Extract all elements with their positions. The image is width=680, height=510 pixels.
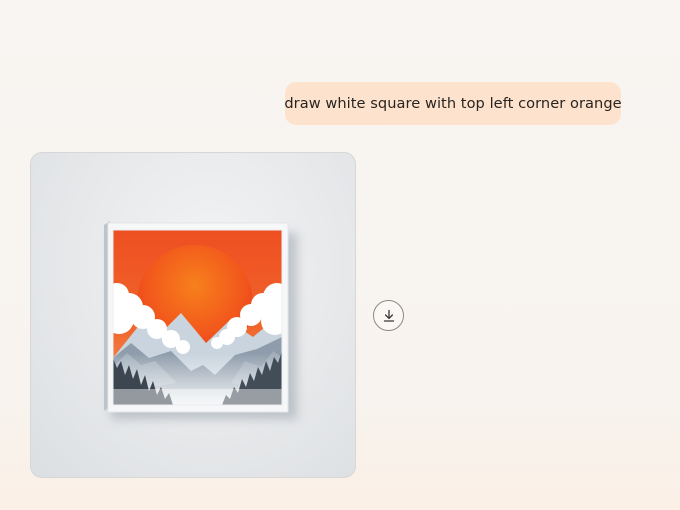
download-button[interactable]	[373, 300, 404, 331]
chat-area: draw white square with top left corner o…	[0, 0, 680, 510]
foreground-mist	[113, 389, 282, 405]
generated-image-artwork	[104, 221, 297, 419]
generated-image[interactable]	[30, 152, 356, 478]
download-icon	[383, 309, 394, 322]
artwork	[113, 230, 282, 405]
user-message-text: draw white square with top left corner o…	[284, 95, 622, 112]
user-message-bubble: draw white square with top left corner o…	[284, 82, 622, 125]
